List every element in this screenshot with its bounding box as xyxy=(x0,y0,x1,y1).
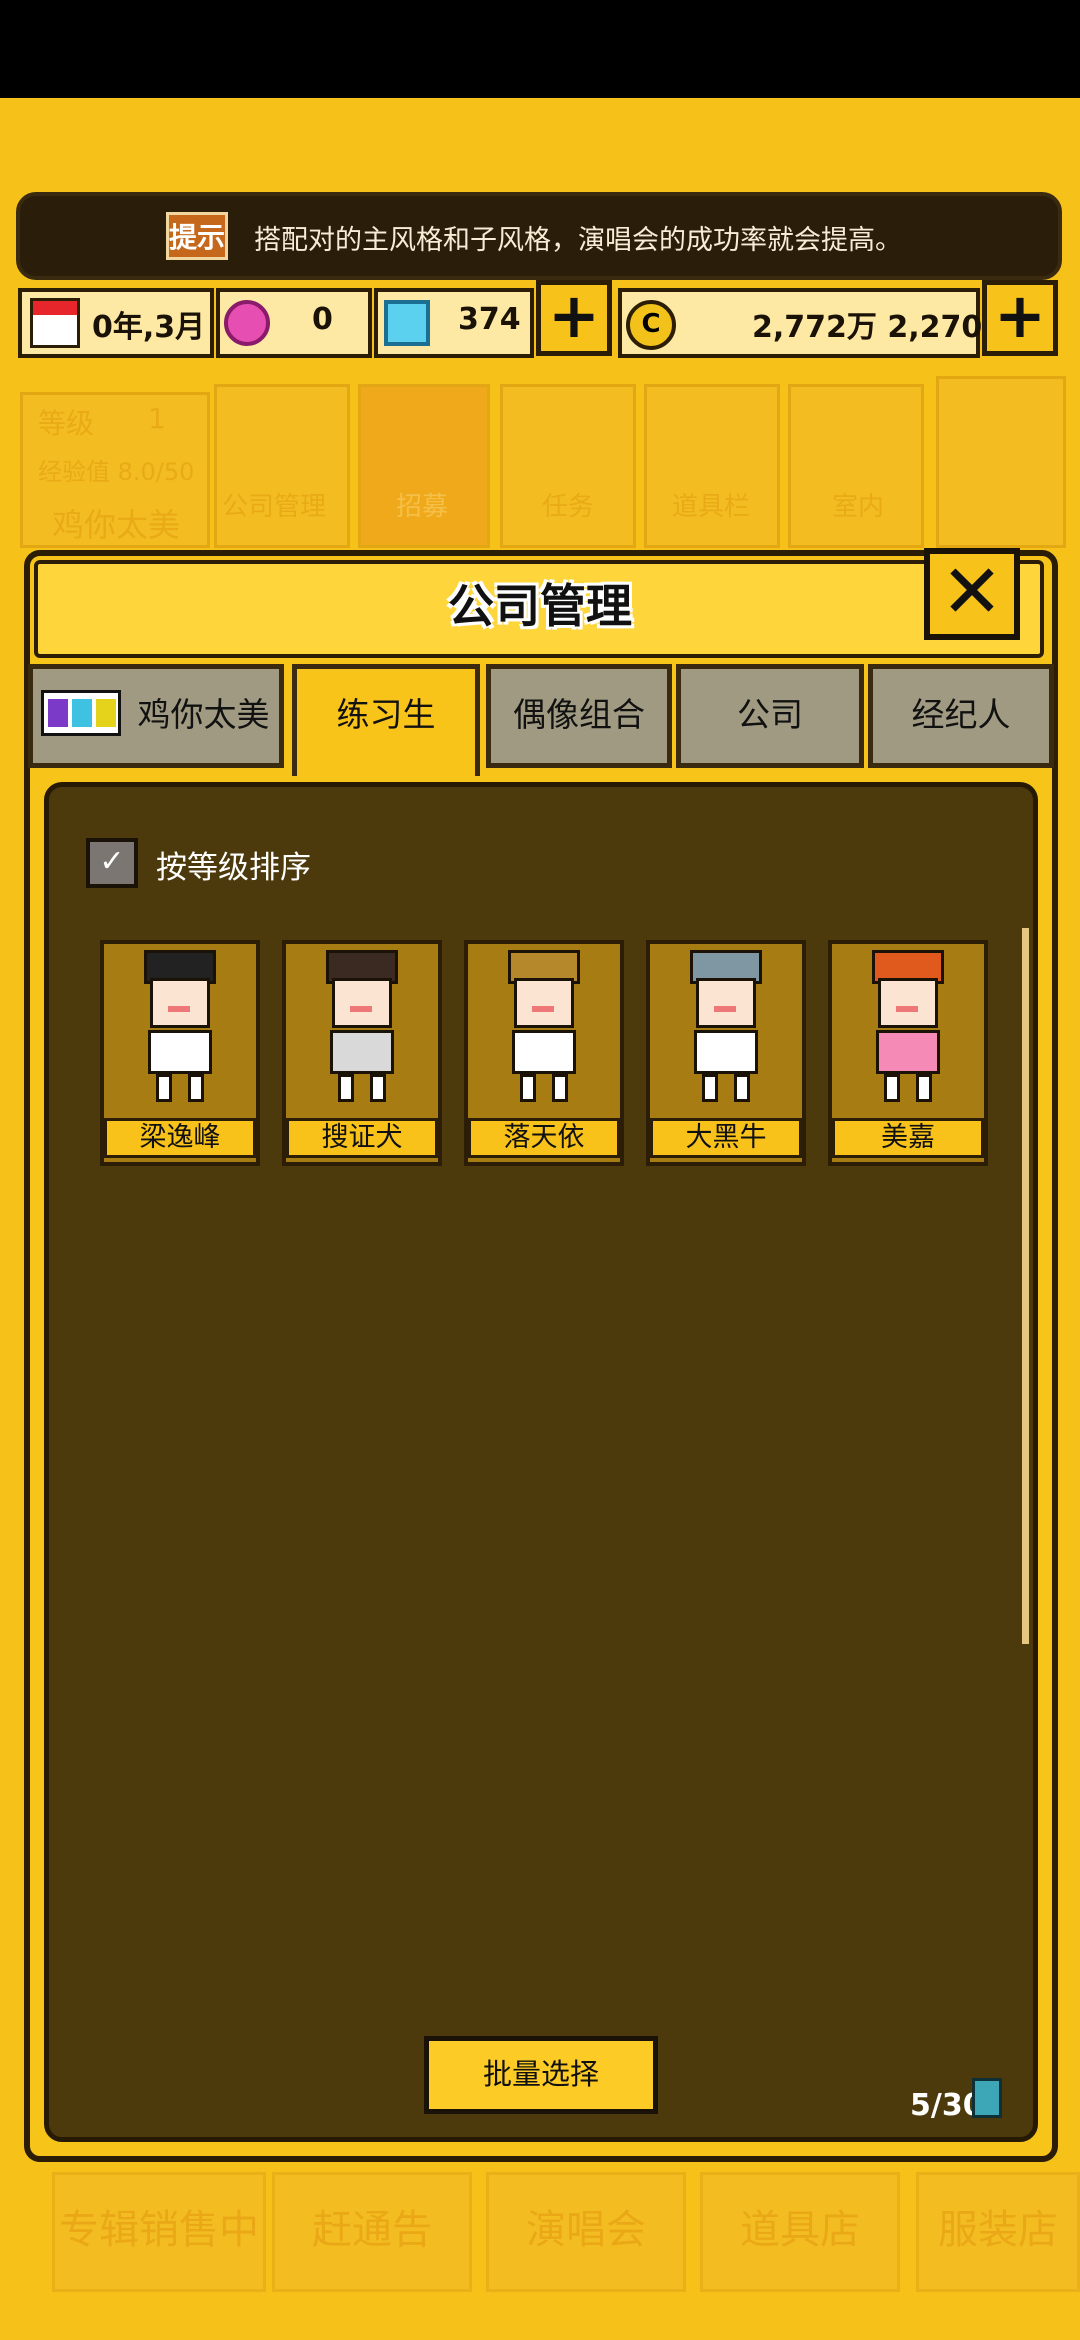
money-text: 2,772万 2,270元 xyxy=(752,310,1013,345)
scrollbar[interactable] xyxy=(1022,928,1029,1644)
trainee-avatar xyxy=(322,950,402,1110)
tip-text: 搭配对的主风格和子风格，演唱会的成功率就会提高。 xyxy=(254,225,902,256)
blue-gem-icon xyxy=(384,300,430,346)
trainee-avatar xyxy=(868,950,948,1110)
menu-items-ghost xyxy=(644,384,780,548)
trainee-name: 搜证犬 xyxy=(286,1118,438,1158)
trainee-name: 落天依 xyxy=(468,1118,620,1158)
trainee-avatar xyxy=(140,950,220,1110)
add-money-button[interactable]: + xyxy=(982,280,1058,356)
tab-company-label: 公司 xyxy=(737,695,803,734)
trainee-avatar xyxy=(686,950,766,1110)
tab-manager-label: 经纪人 xyxy=(911,695,1011,734)
tab-idol-group[interactable]: 偶像组合 xyxy=(486,664,672,768)
nav-concert[interactable]: 演唱会 xyxy=(486,2172,686,2292)
coin-icon: C xyxy=(626,300,676,350)
sort-by-level-label: 按等级排序 xyxy=(156,850,311,886)
menu-recruit-label: 招募 xyxy=(396,492,449,522)
nav-clothing-shop[interactable]: 服装店 xyxy=(916,2172,1080,2292)
nav-gigs[interactable]: 赶通告 xyxy=(272,2172,472,2292)
trainee-name: 大黑牛 xyxy=(650,1118,802,1158)
trainee-count-icon xyxy=(972,2078,1002,2118)
menu-recruit-ghost xyxy=(358,384,490,548)
menu-task-label: 任务 xyxy=(542,492,595,522)
tip-icon: 提示 xyxy=(166,212,228,260)
menu-items-label: 道具栏 xyxy=(672,492,751,522)
nav-album-sales[interactable]: 专辑销售中 xyxy=(52,2172,266,2292)
tab-idol-group-label: 偶像组合 xyxy=(513,695,645,734)
menu-room-ghost xyxy=(788,384,924,548)
menu-company-ghost xyxy=(214,384,350,548)
batch-select-button[interactable]: 批量选择 xyxy=(424,2036,658,2114)
level-label: 等级 xyxy=(38,407,95,440)
trainee-name: 梁逸峰 xyxy=(104,1118,256,1158)
tab-company-name-label: 鸡你太美 xyxy=(137,695,270,734)
tab-company[interactable]: 公司 xyxy=(676,664,864,768)
pink-gem-icon xyxy=(224,300,270,346)
exp-label: 经验值 8.0/50 xyxy=(38,458,195,486)
trainee-name: 美嘉 xyxy=(832,1118,984,1158)
tab-trainees[interactable]: 练习生 xyxy=(292,664,480,776)
blue-gem-count: 374 xyxy=(458,302,521,337)
menu-company-label: 公司管理 xyxy=(222,492,327,522)
menu-task-ghost xyxy=(500,384,636,548)
panel-title: 公司管理 xyxy=(448,579,632,633)
pink-gem-count: 0 xyxy=(312,302,333,337)
trainee-avatar xyxy=(504,950,584,1110)
calendar-icon xyxy=(30,298,80,348)
tab-manager[interactable]: 经纪人 xyxy=(868,664,1054,768)
tab-trainees-label: 练习生 xyxy=(336,695,436,734)
mail-ghost xyxy=(936,376,1066,548)
group-logo-icon xyxy=(41,689,121,736)
close-button[interactable]: ✕ xyxy=(924,548,1020,640)
menu-room-label: 室内 xyxy=(832,492,885,522)
tab-company-name[interactable]: 鸡你太美 xyxy=(28,664,284,768)
nav-item-shop[interactable]: 道具店 xyxy=(700,2172,900,2292)
date-text: 0年,3月 xyxy=(92,310,206,345)
sort-by-level-checkbox[interactable]: ✓ xyxy=(86,838,138,888)
company-name-ghost: 鸡你太美 xyxy=(52,506,181,544)
status-bar xyxy=(0,0,1080,98)
level-value: 1 xyxy=(148,402,166,435)
add-gems-button[interactable]: + xyxy=(536,280,612,356)
